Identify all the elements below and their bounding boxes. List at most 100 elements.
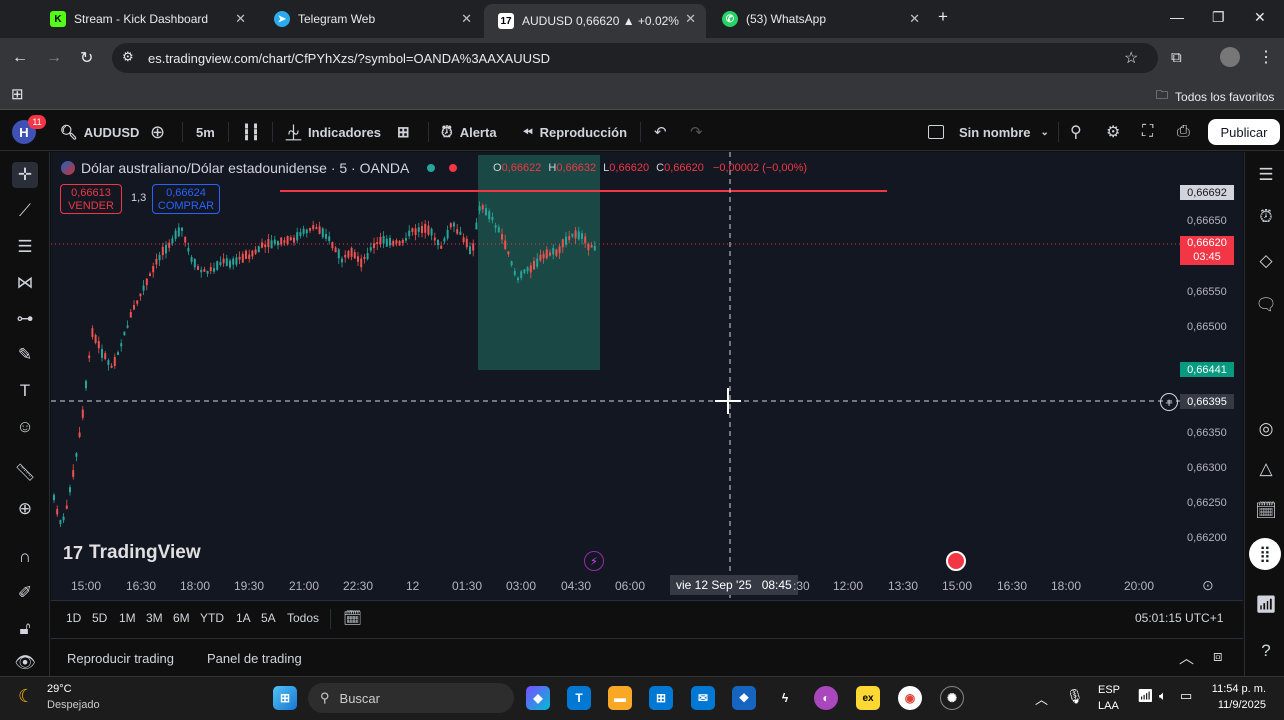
range-ytd[interactable]: YTD (200, 611, 224, 625)
utc-clock[interactable]: 05:01:15 UTC+1 (1135, 611, 1223, 625)
weather-moon-icon[interactable]: ☾ (18, 686, 34, 707)
crosshair-icon[interactable]: ✛ (12, 162, 38, 188)
chevron-up-icon[interactable]: ︿ (1035, 689, 1048, 708)
chart-pane[interactable]: Dólar australiano/Dólar estadounidense ·… (51, 152, 1243, 600)
dropbox-icon[interactable]: ❖ (732, 686, 756, 710)
tradingview-logo[interactable]: 17 TradingView (63, 542, 201, 564)
maximize-button[interactable]: ❐ (1212, 9, 1225, 26)
candles-type-icon[interactable]: ┇┇ (242, 113, 260, 151)
lock-drawing-icon[interactable]: ✐ (12, 580, 38, 606)
clock-date[interactable]: 11/9/2025 (1200, 699, 1266, 711)
range-5a[interactable]: 5A (261, 611, 276, 625)
templates-icon[interactable]: ⊞ (397, 113, 410, 151)
target-icon[interactable]: ◎ (1253, 416, 1279, 442)
axis-settings-icon[interactable]: ⊙ (1202, 577, 1214, 594)
taskbar-search[interactable]: ⚲ Buscar (308, 683, 514, 713)
buy-button[interactable]: 0,66624 COMPRAR (152, 184, 220, 214)
watchlist-icon[interactable]: ☰ (1253, 162, 1279, 188)
lock-icon[interactable]: 🔓︎ (12, 616, 38, 642)
ideas-icon[interactable]: △ (1253, 456, 1279, 482)
apps-grid-icon[interactable]: ⊞ (11, 85, 24, 103)
wifi-icon[interactable]: 📶︎ (1137, 688, 1154, 704)
alarm-clock-icon[interactable]: ⏰︎ (1253, 204, 1279, 230)
trend-line-icon[interactable]: ⟋ (12, 198, 38, 224)
tab-whatsapp[interactable]: ✆ (53) WhatsApp ✕ (708, 4, 930, 34)
sell-button[interactable]: 0,66613 VENDER (60, 184, 122, 214)
mail-icon[interactable]: ✉ (691, 686, 715, 710)
bookmark-star-icon[interactable]: ☆ (1124, 48, 1138, 68)
magnet-icon[interactable]: ∩ (12, 544, 38, 570)
trading-panel-tab[interactable]: Panel de trading (207, 651, 302, 666)
calendar-icon[interactable]: 🗓︎ (1253, 498, 1279, 524)
maximize-panel-icon[interactable]: ⧈ (1213, 648, 1223, 665)
chat-icon[interactable]: 🗨︎ (1253, 292, 1279, 318)
range-3m[interactable]: 3M (146, 611, 163, 625)
forward-icon[interactable]: → (46, 49, 62, 67)
chart-legend[interactable]: Dólar australiano/Dólar estadounidense ·… (61, 160, 458, 176)
help-icon[interactable]: ? (1253, 638, 1279, 664)
quick-search-icon[interactable]: ⚲ (1070, 113, 1082, 151)
tab-telegram[interactable]: ➤ Telegram Web ✕ (260, 4, 482, 34)
camera-icon[interactable]: ⎙ (1177, 113, 1190, 151)
symbol-search-button[interactable]: 🔍︎ AUDUSD (60, 113, 139, 151)
tab-kick[interactable]: K Stream - Kick Dashboard ✕ (36, 4, 256, 34)
tab-tradingview[interactable]: 17 AUDUSD 0,66620 ▲ +0.02% Si ✕ (484, 4, 706, 38)
back-icon[interactable]: ← (12, 49, 28, 67)
undo-icon[interactable]: ↶ (654, 113, 667, 151)
chatgpt-icon[interactable]: ✺ (940, 686, 964, 710)
eye-icon[interactable]: 👁︎ (12, 650, 38, 676)
close-icon[interactable]: ✕ (235, 11, 246, 27)
settings-icon[interactable]: ⚙ (1106, 113, 1120, 151)
layers-icon[interactable]: ◇ (1253, 248, 1279, 274)
redo-icon[interactable]: ↷ (690, 113, 703, 151)
extensions-icon[interactable]: ⧉ (1171, 49, 1182, 66)
keyboard-layout-label[interactable]: LAA (1098, 700, 1119, 712)
reload-icon[interactable]: ↻ (80, 48, 93, 68)
indicators-button[interactable]: ⏈ Indicadores (286, 113, 381, 151)
fib-retracement-icon[interactable]: ☰ (12, 234, 38, 260)
chevron-up-icon[interactable]: ︿ (1179, 647, 1194, 668)
bolt-app-icon[interactable]: ϟ (773, 686, 797, 710)
range-1a[interactable]: 1A (236, 611, 251, 625)
layout-menu-button[interactable]: Sin nombre ⌄ (928, 113, 1049, 151)
site-info-icon[interactable]: ⚙ (122, 49, 134, 65)
close-icon[interactable]: ✕ (685, 11, 696, 27)
compare-symbol-icon[interactable]: ⊕ (150, 113, 165, 151)
zoom-in-icon[interactable]: ⊕ (12, 496, 38, 522)
ruler-icon[interactable]: 📏︎ (12, 460, 38, 486)
brush-icon[interactable]: ✎ (12, 342, 38, 368)
battery-icon[interactable]: ▭ (1180, 688, 1192, 704)
language-label[interactable]: ESP (1098, 684, 1120, 696)
weather-condition[interactable]: Despejado (47, 699, 100, 711)
range-1d[interactable]: 1D (66, 611, 81, 625)
replay-button[interactable]: ⏪︎ Reproducción (523, 113, 627, 151)
lightning-event-icon[interactable]: ⚡︎ (584, 551, 604, 571)
omnibox[interactable]: ⚙ es.tradingview.com/chart/CfPYhXzs/?sym… (112, 43, 1158, 73)
menu-icon[interactable]: ⋮ (1258, 47, 1274, 67)
exness-icon[interactable]: ex (856, 686, 880, 710)
range-5d[interactable]: 5D (92, 611, 107, 625)
interval-button[interactable]: 5m (196, 113, 215, 151)
url-text[interactable]: es.tradingview.com/chart/CfPYhXzs/?symbo… (148, 51, 550, 66)
profile-avatar[interactable] (1220, 47, 1240, 67)
microphone-icon[interactable]: 🎙︎ (1066, 688, 1084, 705)
file-explorer-icon[interactable]: ▬ (608, 686, 632, 710)
range-6m[interactable]: 6M (173, 611, 190, 625)
close-icon[interactable]: ✕ (909, 11, 920, 27)
emoji-icon[interactable]: ☺ (12, 414, 38, 440)
teams-icon[interactable]: T (567, 686, 591, 710)
range-1m[interactable]: 1M (119, 611, 136, 625)
apps-grid-icon[interactable]: ⣿ (1249, 538, 1281, 570)
price-chart[interactable] (51, 152, 1243, 600)
pattern-icon[interactable]: ⋈ (12, 270, 38, 296)
weather-temp[interactable]: 29°C (47, 683, 72, 695)
app-icon[interactable]: ◐ (814, 686, 838, 710)
clock-time[interactable]: 11:54 p. m. (1200, 683, 1266, 695)
replay-trading-tab[interactable]: Reproducir trading (67, 651, 174, 666)
add-alert-icon[interactable]: + (1160, 393, 1178, 411)
text-icon[interactable]: T (12, 378, 38, 404)
range-all[interactable]: Todos (287, 611, 319, 625)
alert-button[interactable]: ⏰︎ Alerta (441, 113, 497, 151)
close-icon[interactable]: ✕ (461, 11, 472, 27)
fullscreen-icon[interactable]: ⛶ (1142, 113, 1153, 151)
